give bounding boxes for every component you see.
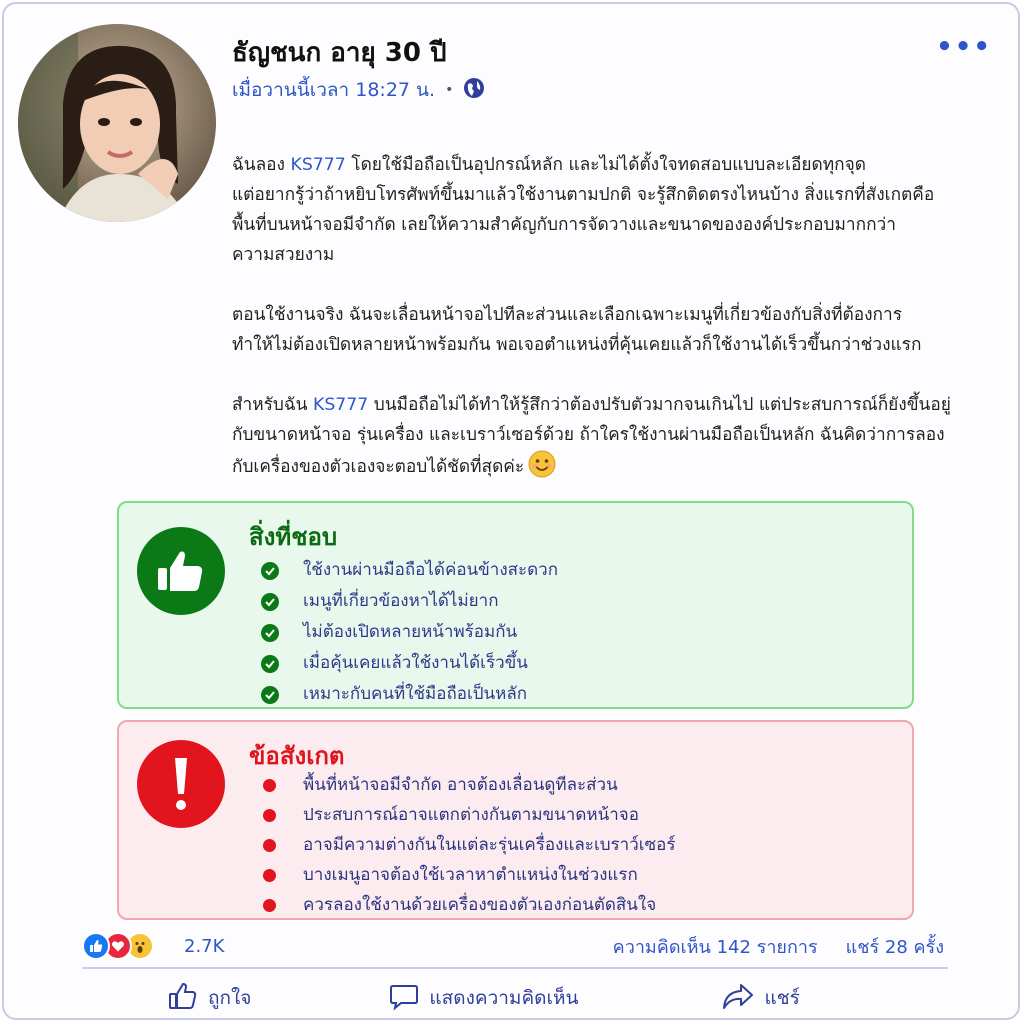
post-paragraph: สำหรับฉัน KS777 บนมือถือไม่ได้ทำให้รู้สึ… [232, 390, 1022, 482]
post-paragraph: ฉันลอง KS777 โดยใช้มือถือเป็นอุปกรณ์หลัก… [232, 150, 1022, 270]
likes-box: สิ่งที่ชอบ ใช้งานผ่านมือถือได้ค่อนข้างสะ… [117, 501, 914, 709]
text-line: กับเครื่องของตัวเองจะตอบได้ชัดที่สุดค่ะ [232, 457, 525, 477]
bullet-icon [263, 838, 276, 852]
brand-link[interactable]: KS777 [313, 395, 368, 415]
reaction-count[interactable]: 2.7K [184, 936, 224, 957]
comment-button[interactable]: แสดงความคิดเห็น [389, 981, 579, 1016]
likes-title: สิ่งที่ชอบ [249, 523, 338, 551]
bullet-icon [263, 868, 276, 882]
list-item: ไม่ต้องเปิดหลายหน้าพร้อมกัน [261, 617, 558, 648]
share-count[interactable]: แชร์ 28 ครั้ง [846, 932, 944, 961]
list-item: อาจมีความต่างกันในแต่ละรุ่นเครื่องและเบร… [261, 830, 675, 860]
share-button[interactable]: แชร์ [721, 981, 800, 1016]
comment-count[interactable]: ความคิดเห็น 142 รายการ [613, 932, 818, 961]
post-time[interactable]: เมื่อวานนี้เวลา 18:27 น. [232, 75, 435, 105]
post-paragraph: ตอนใช้งานจริง ฉันจะเลื่อนหน้าจอไปทีละส่ว… [232, 300, 1022, 360]
list-item-label: อาจมีความต่างกันในแต่ละรุ่นเครื่องและเบร… [303, 835, 676, 855]
like-button-label: ถูกใจ [208, 987, 252, 1009]
text-fragment: ฉันลอง [232, 155, 291, 175]
like-button[interactable]: ถูกใจ [168, 981, 251, 1016]
list-item-label: ควรลองใช้งานด้วยเครื่องของตัวเองก่อนตัดส… [303, 895, 657, 915]
list-item-label: เหมาะกับคนที่ใช้มือถือเป็นหลัก [303, 684, 528, 704]
text-line: ทำให้ไม่ต้องเปิดหลายหน้าพร้อมกัน พอเจอตำ… [232, 335, 922, 355]
text-line: ตอนใช้งานจริง ฉันจะเลื่อนหน้าจอไปทีละส่ว… [232, 305, 902, 325]
text-line: แต่อยากรู้ว่าถ้าหยิบโทรศัพท์ขึ้นมาแล้วใช… [232, 185, 935, 205]
divider [82, 967, 948, 969]
text-line: กับขนาดหน้าจอ รุ่นเครื่อง และเบราว์เซอร์… [232, 425, 945, 445]
action-bar: ถูกใจ แสดงความคิดเห็น แชร์ [82, 976, 948, 1020]
share-icon [721, 981, 755, 1016]
check-icon [261, 685, 279, 704]
comment-icon [389, 981, 419, 1016]
notes-box: ข้อสังเกต พื้นที่หน้าจอมีจำกัด อาจต้องเล… [117, 720, 914, 920]
list-item-label: ประสบการณ์อาจแตกต่างกันตามขนาดหน้าจอ [303, 805, 639, 825]
post-meta: เมื่อวานนี้เวลา 18:27 น. • [232, 76, 485, 104]
check-icon [261, 592, 279, 611]
avatar[interactable] [18, 24, 216, 222]
meta-separator: • [445, 82, 454, 98]
post-body: ฉันลอง KS777 โดยใช้มือถือเป็นอุปกรณ์หลัก… [232, 150, 1022, 512]
thumbs-up-icon [137, 527, 225, 615]
text-fragment: บนมือถือไม่ได้ทำให้รู้สึกว่าต้องปรับตัวม… [368, 395, 951, 415]
bullet-icon [263, 808, 276, 822]
list-item-label: เมนูที่เกี่ยวข้องหาได้ไม่ยาก [303, 591, 499, 611]
like-reaction-icon [82, 932, 110, 960]
exclamation-icon [137, 740, 225, 828]
text-line: ความสวยงาม [232, 245, 335, 265]
list-item: ใช้งานผ่านมือถือได้ค่อนข้างสะดวก [261, 555, 558, 586]
comment-button-label: แสดงความคิดเห็น [429, 987, 579, 1009]
more-dots-icon[interactable]: ••• [936, 32, 992, 62]
text-line: พื้นที่บนหน้าจอมีจำกัด เลยให้ความสำคัญกั… [232, 215, 896, 235]
thumbs-up-icon [168, 981, 198, 1016]
likes-list: ใช้งานผ่านมือถือได้ค่อนข้างสะดวก เมนูที่… [261, 555, 558, 710]
list-item: เหมาะกับคนที่ใช้มือถือเป็นหลัก [261, 679, 558, 710]
smile-emoji-icon [528, 450, 556, 478]
notes-list: พื้นที่หน้าจอมีจำกัด อาจต้องเลื่อนดูทีละ… [261, 770, 675, 920]
check-icon [261, 654, 279, 673]
stats-bar: 2.7K ความคิดเห็น 142 รายการ แชร์ 28 ครั้… [82, 930, 944, 962]
list-item: เมื่อคุ้นเคยแล้วใช้งานได้เร็วขึ้น [261, 648, 558, 679]
list-item-label: บางเมนูอาจต้องใช้เวลาหาตำแหน่งในช่วงแรก [303, 865, 638, 885]
list-item-label: ใช้งานผ่านมือถือได้ค่อนข้างสะดวก [303, 560, 558, 580]
brand-link[interactable]: KS777 [291, 155, 346, 175]
list-item-label: พื้นที่หน้าจอมีจำกัด อาจต้องเลื่อนดูทีละ… [303, 775, 618, 795]
globe-icon [463, 77, 485, 104]
text-fragment: สำหรับฉัน [232, 395, 313, 415]
list-item: ควรลองใช้งานด้วยเครื่องของตัวเองก่อนตัดส… [261, 890, 675, 920]
check-icon [261, 561, 279, 580]
bullet-icon [263, 778, 276, 792]
text-fragment: โดยใช้มือถือเป็นอุปกรณ์หลัก และไม่ได้ตั้… [345, 155, 866, 175]
author-name[interactable]: ธัญชนก อายุ 30 ปี [232, 32, 446, 73]
post-card: ธัญชนก อายุ 30 ปี เมื่อวานนี้เวลา 18:27 … [2, 2, 1020, 1020]
list-item: เมนูที่เกี่ยวข้องหาได้ไม่ยาก [261, 586, 558, 617]
list-item-label: ไม่ต้องเปิดหลายหน้าพร้อมกัน [303, 622, 518, 642]
reaction-icons[interactable] [82, 932, 154, 960]
check-icon [261, 623, 279, 642]
list-item: พื้นที่หน้าจอมีจำกัด อาจต้องเลื่อนดูทีละ… [261, 770, 675, 800]
bullet-icon [263, 898, 276, 912]
list-item: ประสบการณ์อาจแตกต่างกันตามขนาดหน้าจอ [261, 800, 675, 830]
share-button-label: แชร์ [764, 987, 800, 1009]
list-item: บางเมนูอาจต้องใช้เวลาหาตำแหน่งในช่วงแรก [261, 860, 675, 890]
list-item-label: เมื่อคุ้นเคยแล้วใช้งานได้เร็วขึ้น [303, 653, 528, 673]
